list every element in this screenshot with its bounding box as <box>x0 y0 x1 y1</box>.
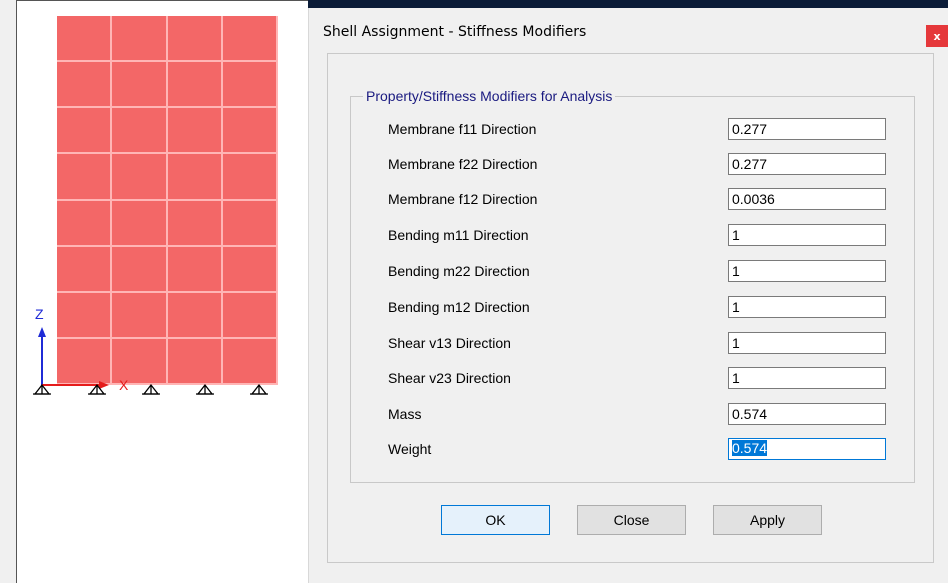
weight-input[interactable]: 0.574 <box>728 438 886 460</box>
membrane-f22-label: Membrane f22 Direction <box>388 156 538 172</box>
dialog-content: Property/Stiffness Modifiers for Analysi… <box>327 53 934 563</box>
shear-v23-label: Shear v23 Direction <box>388 370 511 386</box>
pin-support-icons <box>33 383 268 395</box>
membrane-f11-label: Membrane f11 Direction <box>388 121 537 137</box>
membrane-f11-input[interactable] <box>728 118 886 140</box>
shear-v13-input[interactable] <box>728 332 886 354</box>
x-axis-arrow <box>99 381 109 389</box>
modifiers-groupbox: Property/Stiffness Modifiers for Analysi… <box>350 88 915 483</box>
shear-v23-input[interactable] <box>728 367 886 389</box>
model-viewport[interactable]: Z X <box>16 0 308 583</box>
z-axis-arrow <box>38 327 46 337</box>
membrane-f12-input[interactable] <box>728 188 886 210</box>
close-button[interactable]: Close <box>577 505 686 535</box>
apply-button[interactable]: Apply <box>713 505 822 535</box>
bending-m11-label: Bending m11 Direction <box>388 227 529 243</box>
pin-support-icon <box>196 383 214 395</box>
bending-m11-input[interactable] <box>728 224 886 246</box>
bending-m12-input[interactable] <box>728 296 886 318</box>
x-axis-label: X <box>119 377 129 393</box>
pin-support-icon <box>33 383 51 395</box>
weight-input-value: 0.574 <box>732 440 768 456</box>
window-backdrop <box>308 0 948 8</box>
membrane-f12-label: Membrane f12 Direction <box>388 191 538 207</box>
ok-button[interactable]: OK <box>441 505 550 535</box>
shear-v13-label: Shear v13 Direction <box>388 335 511 351</box>
groupbox-title: Property/Stiffness Modifiers for Analysi… <box>363 88 616 104</box>
z-axis-label: Z <box>35 306 44 322</box>
close-icon[interactable]: x <box>926 25 948 47</box>
mass-label: Mass <box>388 406 422 422</box>
bending-m22-input[interactable] <box>728 260 886 282</box>
mass-input[interactable] <box>728 403 886 425</box>
pin-support-icon <box>142 383 160 395</box>
membrane-f22-input[interactable] <box>728 153 886 175</box>
bending-m22-label: Bending m22 Direction <box>388 263 530 279</box>
dialog-title: Shell Assignment - Stiffness Modifiers <box>323 24 587 40</box>
stiffness-modifiers-dialog[interactable]: Shell Assignment - Stiffness Modifiers x… <box>308 8 948 583</box>
weight-label: Weight <box>388 441 432 457</box>
pin-support-icon <box>250 383 268 395</box>
bending-m12-label: Bending m12 Direction <box>388 299 530 315</box>
axis-overlay: Z X <box>33 306 268 395</box>
